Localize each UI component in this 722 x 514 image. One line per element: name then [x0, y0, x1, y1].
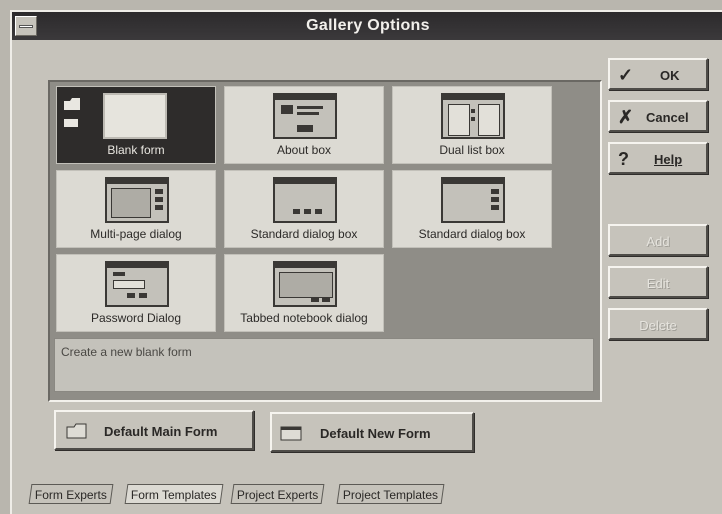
- default-new-form-button[interactable]: Default New Form: [270, 412, 474, 452]
- multi-page-dialog-icon: [105, 177, 169, 223]
- gallery-grid: Blank form About box Dual list box Multi…: [56, 86, 554, 332]
- dual-list-box-icon: [441, 93, 505, 139]
- gallery-item-label: Standard dialog box: [418, 227, 526, 241]
- gallery-item-label: Password Dialog: [90, 311, 182, 325]
- gallery-item-tabbed-notebook-dialog[interactable]: Tabbed notebook dialog: [224, 254, 384, 332]
- edit-label: Edit: [646, 276, 670, 291]
- default-main-form-label: Default Main Form: [104, 424, 218, 439]
- tab-label: Project Experts: [236, 488, 319, 502]
- gallery-item-label: Blank form: [107, 143, 165, 157]
- edit-button[interactable]: Edit: [608, 266, 708, 298]
- tab-label: Form Experts: [34, 488, 107, 502]
- standard-dialog-box-icon: [441, 177, 505, 223]
- password-dialog-icon: [105, 261, 169, 307]
- delete-button[interactable]: Delete: [608, 308, 708, 340]
- standard-dialog-box-icon: [273, 177, 337, 223]
- gallery-item-label: Dual list box: [439, 143, 505, 157]
- checkmark-icon: ✓: [618, 65, 634, 85]
- tab-project-templates[interactable]: Project Templates: [336, 484, 445, 504]
- add-button[interactable]: Add: [608, 224, 708, 256]
- folder-icon: [66, 423, 87, 439]
- tab-label: Project Templates: [342, 488, 439, 502]
- gallery-item-standard-dialog-box-2[interactable]: Standard dialog box: [392, 170, 552, 248]
- gallery-item-label: Tabbed notebook dialog: [240, 311, 368, 325]
- gallery-panel: Blank form About box Dual list box Multi…: [48, 80, 602, 402]
- gallery-options-window: Gallery Options Blank form About box Dua…: [10, 10, 722, 514]
- gallery-item-dual-list-box[interactable]: Dual list box: [392, 86, 552, 164]
- gallery-item-about-box[interactable]: About box: [224, 86, 384, 164]
- ok-label: OK: [660, 68, 680, 83]
- delete-label: Delete: [639, 318, 677, 333]
- blank-form-icon: [103, 93, 167, 139]
- tab-form-experts[interactable]: Form Experts: [28, 484, 114, 504]
- question-mark-icon: ?: [618, 149, 629, 169]
- default-new-form-label: Default New Form: [320, 426, 431, 441]
- gallery-item-standard-dialog-box-1[interactable]: Standard dialog box: [224, 170, 384, 248]
- gallery-item-label: Standard dialog box: [250, 227, 358, 241]
- gallery-item-multi-page-dialog[interactable]: Multi-page dialog: [56, 170, 216, 248]
- form-icon: [280, 426, 302, 441]
- about-box-icon: [273, 93, 337, 139]
- gallery-item-label: Multi-page dialog: [90, 227, 182, 241]
- cancel-button[interactable]: ✗ Cancel: [608, 100, 708, 132]
- x-icon: ✗: [618, 107, 634, 127]
- gallery-item-label: About box: [276, 143, 332, 157]
- default-main-form-button[interactable]: Default Main Form: [54, 410, 254, 450]
- description-text: Create a new blank form: [61, 345, 192, 359]
- title-bar: Gallery Options: [12, 12, 722, 40]
- help-button[interactable]: ? Help: [608, 142, 708, 174]
- tab-label: Form Templates: [130, 488, 217, 502]
- help-label: Help: [654, 152, 683, 167]
- description-box: Create a new blank form: [54, 338, 594, 392]
- folder-icon: [64, 98, 80, 127]
- window-title: Gallery Options: [306, 17, 430, 34]
- gallery-item-blank-form[interactable]: Blank form: [56, 86, 216, 164]
- tab-form-templates[interactable]: Form Templates: [124, 484, 224, 504]
- cancel-label: Cancel: [646, 110, 689, 125]
- tab-project-experts[interactable]: Project Experts: [230, 484, 325, 504]
- ok-button[interactable]: ✓ OK: [608, 58, 708, 90]
- add-label: Add: [646, 234, 670, 249]
- tabbed-notebook-dialog-icon: [273, 261, 337, 307]
- gallery-item-password-dialog[interactable]: Password Dialog: [56, 254, 216, 332]
